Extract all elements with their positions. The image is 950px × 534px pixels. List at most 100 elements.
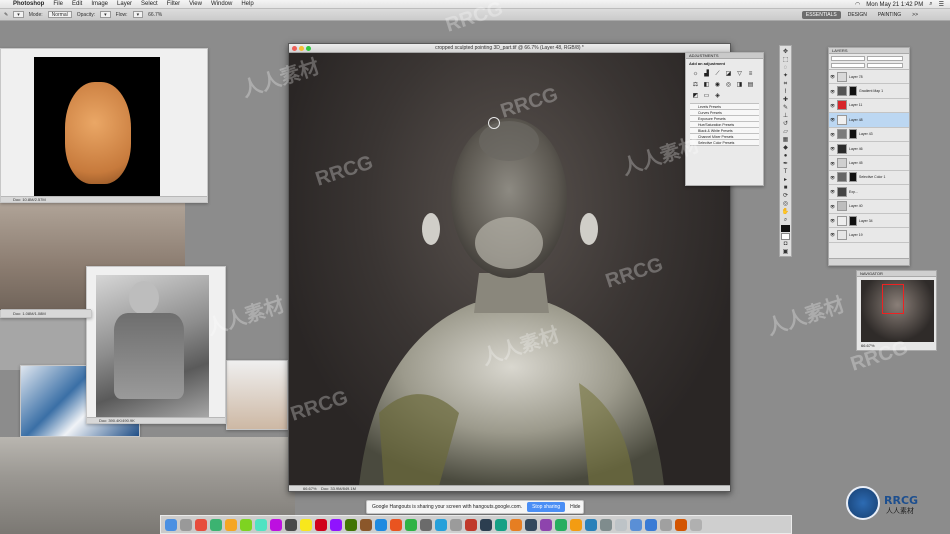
path-select-tool-icon[interactable]: ▸ [781,177,790,184]
gradient-map-icon[interactable]: ▭ [703,93,710,100]
exposure-icon[interactable]: ◪ [725,71,732,78]
clock[interactable]: Mon May 21 1:42 PM [866,2,923,8]
menu-layer[interactable]: Layer [117,1,132,7]
dock-app-icon[interactable] [690,518,702,531]
type-tool-icon[interactable]: T [781,169,790,176]
dock-app-icon[interactable] [630,518,642,531]
close-button[interactable] [292,46,297,51]
brush-tool-icon-2[interactable]: ✎ [781,105,790,112]
layer-row[interactable]: 👁 Layer 19 [829,228,909,243]
mode-select[interactable]: Normal [47,11,72,18]
layer-mask-thumbnail[interactable] [849,129,857,140]
workspace-design[interactable]: DESIGN [844,11,871,19]
menu-select[interactable]: Select [141,1,158,7]
document-titlebar[interactable]: cropped sculpted pointing 3D_part.tif @ … [289,44,730,53]
menu-window[interactable]: Window [211,1,232,7]
navigator-view-box[interactable] [882,284,904,314]
marquee-tool-icon[interactable]: ⬚ [781,57,790,64]
dock-app-icon[interactable] [570,518,582,531]
layer-row[interactable]: 👁 Selective Color 1 [829,171,909,186]
layer-row[interactable]: 👁 Layer 46 [829,142,909,157]
brush-preset-picker[interactable]: ▾ [13,11,24,18]
eye-icon[interactable]: 👁 [830,189,835,194]
3d-rotate-tool-icon[interactable]: ⟳ [781,193,790,200]
dock-app-icon[interactable] [615,518,627,531]
dock-app-icon[interactable] [375,518,387,531]
layer-row[interactable]: 👁 Layer 78 [829,70,909,85]
dock-app-icon[interactable] [675,518,687,531]
opacity-field[interactable]: ▾ [100,11,111,18]
workspace-essentials[interactable]: ESSENTIALS [801,10,841,19]
stop-sharing-button[interactable]: Stop sharing [527,502,566,512]
reference-panel-mask[interactable]: Doc: 10.8M/2.57M [0,48,208,203]
reference-panel-boy[interactable]: Doc: 390.4K/490.9K [86,266,226,424]
layer-row[interactable]: 👁 Gradient Map 1 [829,84,909,99]
eye-icon[interactable]: 👁 [830,103,835,108]
blur-tool-icon[interactable]: ◆ [781,145,790,152]
list-icon[interactable]: ☰ [939,1,944,8]
pen-tool-icon[interactable]: ✒ [781,161,790,168]
menu-edit[interactable]: Edit [72,1,82,7]
dock-app-icon[interactable] [495,518,507,531]
layer-mask-thumbnail[interactable] [849,215,857,226]
curves-icon[interactable]: ⟋ [714,71,721,78]
eye-icon[interactable]: 👁 [830,74,835,79]
dock-app-icon[interactable] [270,518,282,531]
blend-mode-select[interactable] [831,56,865,61]
dock-app-icon[interactable] [210,518,222,531]
eyedropper-tool-icon[interactable]: ⌇ [781,89,790,96]
menu-filter[interactable]: Filter [167,1,180,7]
preset-selective-color[interactable]: Selective Color Presets [690,140,759,146]
eraser-tool-icon[interactable]: ▱ [781,129,790,136]
reference-photo-skin[interactable] [226,360,288,430]
hide-button[interactable]: Hide [570,504,580,510]
dock-app-icon[interactable] [315,518,327,531]
layer-row[interactable]: 👁 Layer 34 [829,214,909,229]
document-zoom[interactable]: 66.67% [303,486,317,491]
dock-app-icon[interactable] [420,518,432,531]
lasso-tool-icon[interactable]: ◌ [781,65,790,72]
3d-orbit-tool-icon[interactable]: ◎ [781,201,790,208]
dock-app-icon[interactable] [585,518,597,531]
levels-icon[interactable]: ▟ [703,71,710,78]
dock-app-icon[interactable] [285,518,297,531]
layers-panel[interactable]: LAYERS 👁 Layer 78 👁 Gradient Map 1 👁 Layer 11… [828,47,910,266]
eye-icon[interactable]: 👁 [830,146,835,151]
photo-filter-icon[interactable]: ◉ [714,82,721,89]
dock-app-icon[interactable] [300,518,312,531]
eye-icon[interactable]: 👁 [830,175,835,180]
black-white-icon[interactable]: ◧ [703,82,710,89]
hand-tool-icon[interactable]: ✋ [781,209,790,216]
layer-mask-thumbnail[interactable] [849,172,857,183]
eye-icon[interactable]: 👁 [830,161,835,166]
healing-tool-icon[interactable]: ✚ [781,97,790,104]
dock-app-icon[interactable] [255,518,267,531]
menu-file[interactable]: File [53,1,63,7]
quick-mask-icon[interactable]: ◘ [781,241,790,248]
dock-app-icon[interactable] [390,518,402,531]
clone-stamp-tool-icon[interactable]: ⊥ [781,113,790,120]
screen-mode-icon[interactable]: ▣ [781,249,790,256]
opacity-input[interactable] [867,56,903,61]
background-color-swatch[interactable] [781,233,790,240]
dock-app-icon[interactable] [345,518,357,531]
brightness-icon[interactable]: ☼ [692,71,699,78]
history-brush-tool-icon[interactable]: ↺ [781,121,790,128]
dodge-tool-icon[interactable]: ● [781,153,790,160]
wifi-icon[interactable]: ◠ [855,1,860,8]
dock-app-icon[interactable] [450,518,462,531]
dock-app-icon[interactable] [510,518,522,531]
gradient-tool-icon[interactable]: ▦ [781,137,790,144]
posterize-icon[interactable]: ▤ [747,82,754,89]
dock-app-icon[interactable] [195,518,207,531]
dock-app-icon[interactable] [660,518,672,531]
dock-app-icon[interactable] [225,518,237,531]
layer-row[interactable]: 👁 Exp... [829,185,909,200]
menu-app-name[interactable]: Photoshop [13,1,44,7]
brush-tool-icon[interactable]: ✎ [4,12,8,18]
dock-app-icon[interactable] [435,518,447,531]
selective-color-icon[interactable]: ◈ [714,93,721,100]
layer-mask-thumbnail[interactable] [849,86,857,97]
dock-app-icon[interactable] [645,518,657,531]
menu-help[interactable]: Help [241,1,253,7]
